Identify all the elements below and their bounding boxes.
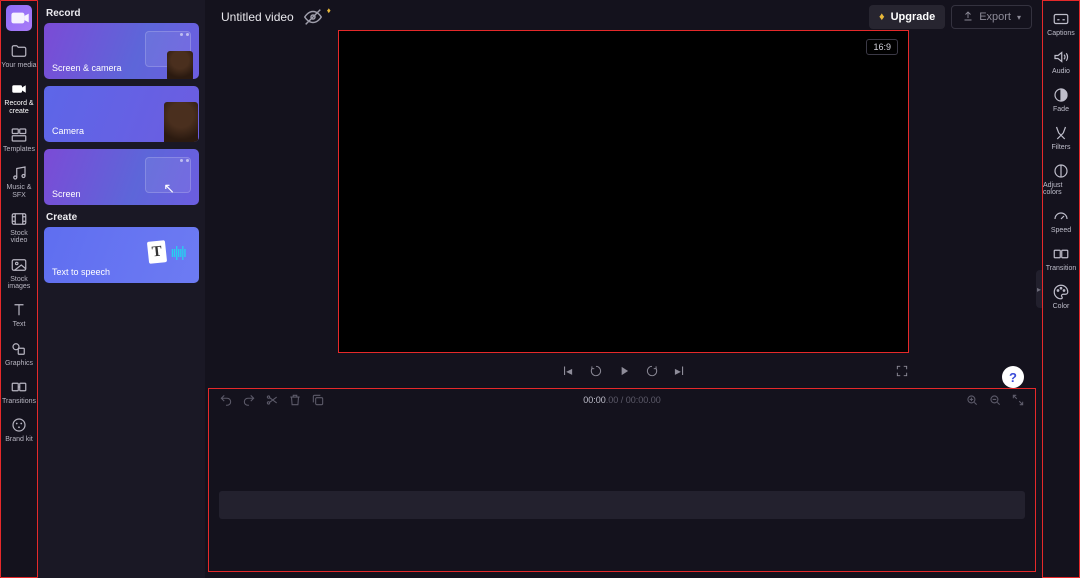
step-back-icon[interactable] bbox=[589, 364, 603, 378]
main-area: ↖ Untitled video ♦ ♦Upgrade Export▾ 16:9… bbox=[205, 0, 1042, 578]
card-text-to-speech[interactable]: Tıı|ıı|ı Text to speech bbox=[44, 227, 199, 283]
help-button[interactable]: ? bbox=[1002, 366, 1024, 388]
color-icon bbox=[1052, 283, 1070, 301]
timeline: 00:00.00 / 00:00.00 bbox=[208, 388, 1036, 572]
tts-thumbnail-icon: Tıı|ıı|ı bbox=[148, 241, 185, 263]
timeline-track-empty[interactable] bbox=[219, 491, 1025, 519]
rail-graphics[interactable]: Graphics bbox=[1, 335, 37, 373]
duplicate-button[interactable] bbox=[311, 393, 325, 407]
transitions-icon bbox=[10, 378, 28, 396]
timeline-tracks[interactable] bbox=[209, 411, 1035, 571]
timeline-timecode: 00:00.00 / 00:00.00 bbox=[583, 395, 661, 405]
folder-icon bbox=[10, 42, 28, 60]
fit-timeline-button[interactable] bbox=[1011, 393, 1025, 407]
rail-music-sfx[interactable]: Music & SFX bbox=[1, 159, 37, 205]
crown-icon: ♦ bbox=[879, 11, 885, 23]
graphics-icon bbox=[10, 340, 28, 358]
card-screen[interactable]: ↖ Screen bbox=[44, 149, 199, 205]
skip-back-icon: I◂ bbox=[561, 364, 575, 378]
adjust-colors-icon bbox=[1052, 162, 1070, 180]
premium-indicator-icon: ♦ bbox=[327, 6, 331, 15]
top-bar: Untitled video ♦ ♦Upgrade Export▾ bbox=[205, 0, 1042, 34]
fullscreen-icon[interactable] bbox=[895, 364, 909, 378]
rail-brand-kit[interactable]: Brand kit bbox=[1, 411, 37, 449]
right-rail: Captions Audio Fade Filters Adjust color… bbox=[1042, 0, 1080, 578]
rail-record-create[interactable]: Record & create bbox=[1, 75, 37, 121]
aspect-ratio-button[interactable]: 16:9 bbox=[866, 39, 898, 55]
delete-button[interactable] bbox=[288, 393, 302, 407]
transition-icon bbox=[1052, 245, 1070, 263]
record-heading: Record bbox=[46, 8, 199, 19]
split-button[interactable] bbox=[265, 393, 279, 407]
stock-video-icon bbox=[10, 210, 28, 228]
rr-adjust-colors[interactable]: Adjust colors bbox=[1043, 157, 1079, 202]
app-logo[interactable] bbox=[6, 5, 32, 31]
templates-icon bbox=[10, 126, 28, 144]
rail-your-media[interactable]: Your media bbox=[1, 37, 37, 75]
record-create-panel: Record Screen & camera Camera ↖ Screen C… bbox=[38, 0, 205, 578]
card-camera[interactable]: Camera bbox=[44, 86, 199, 142]
undo-button[interactable] bbox=[219, 393, 233, 407]
fade-icon bbox=[1052, 86, 1070, 104]
rail-transitions[interactable]: Transitions bbox=[1, 373, 37, 411]
zoom-out-button[interactable] bbox=[988, 393, 1002, 407]
rr-speed[interactable]: Speed bbox=[1043, 202, 1079, 240]
rr-transition[interactable]: Transition bbox=[1043, 240, 1079, 278]
rail-templates[interactable]: Templates bbox=[1, 121, 37, 159]
export-button[interactable]: Export▾ bbox=[951, 5, 1032, 29]
thumbnail-avatar bbox=[167, 51, 193, 79]
cursor-icon: ↖ bbox=[163, 180, 175, 197]
left-rail: Your media Record & create Templates Mus… bbox=[0, 0, 38, 578]
brandkit-icon bbox=[10, 416, 28, 434]
skip-forward-icon[interactable]: ▸I bbox=[673, 364, 687, 378]
collapse-panel-right[interactable]: ▸ bbox=[1036, 270, 1042, 308]
audio-icon bbox=[1052, 48, 1070, 66]
chevron-down-icon: ▾ bbox=[1017, 13, 1021, 22]
redo-button[interactable] bbox=[242, 393, 256, 407]
rail-text[interactable]: Text bbox=[1, 296, 37, 334]
play-button[interactable] bbox=[617, 364, 631, 378]
timeline-toolbar: 00:00.00 / 00:00.00 bbox=[209, 389, 1035, 411]
stock-images-icon bbox=[10, 256, 28, 274]
music-icon bbox=[10, 164, 28, 182]
rr-filters[interactable]: Filters bbox=[1043, 119, 1079, 157]
create-heading: Create bbox=[46, 212, 199, 223]
transport-controls: I◂ ▸I bbox=[338, 357, 909, 385]
preview-area: 16:9 ? I◂ ▸I bbox=[205, 34, 1042, 385]
rail-stock-video[interactable]: Stock video bbox=[1, 205, 37, 251]
speed-icon bbox=[1052, 207, 1070, 225]
rr-audio[interactable]: Audio bbox=[1043, 43, 1079, 81]
text-icon bbox=[10, 301, 28, 319]
rail-stock-images[interactable]: Stock images bbox=[1, 251, 37, 297]
upload-icon bbox=[962, 10, 974, 25]
rr-color[interactable]: Color bbox=[1043, 278, 1079, 316]
rr-fade[interactable]: Fade bbox=[1043, 81, 1079, 119]
preview-canvas[interactable]: 16:9 bbox=[338, 30, 909, 353]
captions-icon bbox=[1052, 10, 1070, 28]
upgrade-button[interactable]: ♦Upgrade bbox=[869, 5, 945, 29]
thumbnail-avatar bbox=[164, 102, 198, 142]
zoom-in-button[interactable] bbox=[965, 393, 979, 407]
card-screen-camera[interactable]: Screen & camera bbox=[44, 23, 199, 79]
rr-captions[interactable]: Captions bbox=[1043, 5, 1079, 43]
camera-icon bbox=[10, 80, 28, 98]
project-title[interactable]: Untitled video bbox=[221, 10, 294, 24]
step-forward-icon[interactable] bbox=[645, 364, 659, 378]
visibility-toggle[interactable] bbox=[302, 6, 324, 28]
filters-icon bbox=[1052, 124, 1070, 142]
